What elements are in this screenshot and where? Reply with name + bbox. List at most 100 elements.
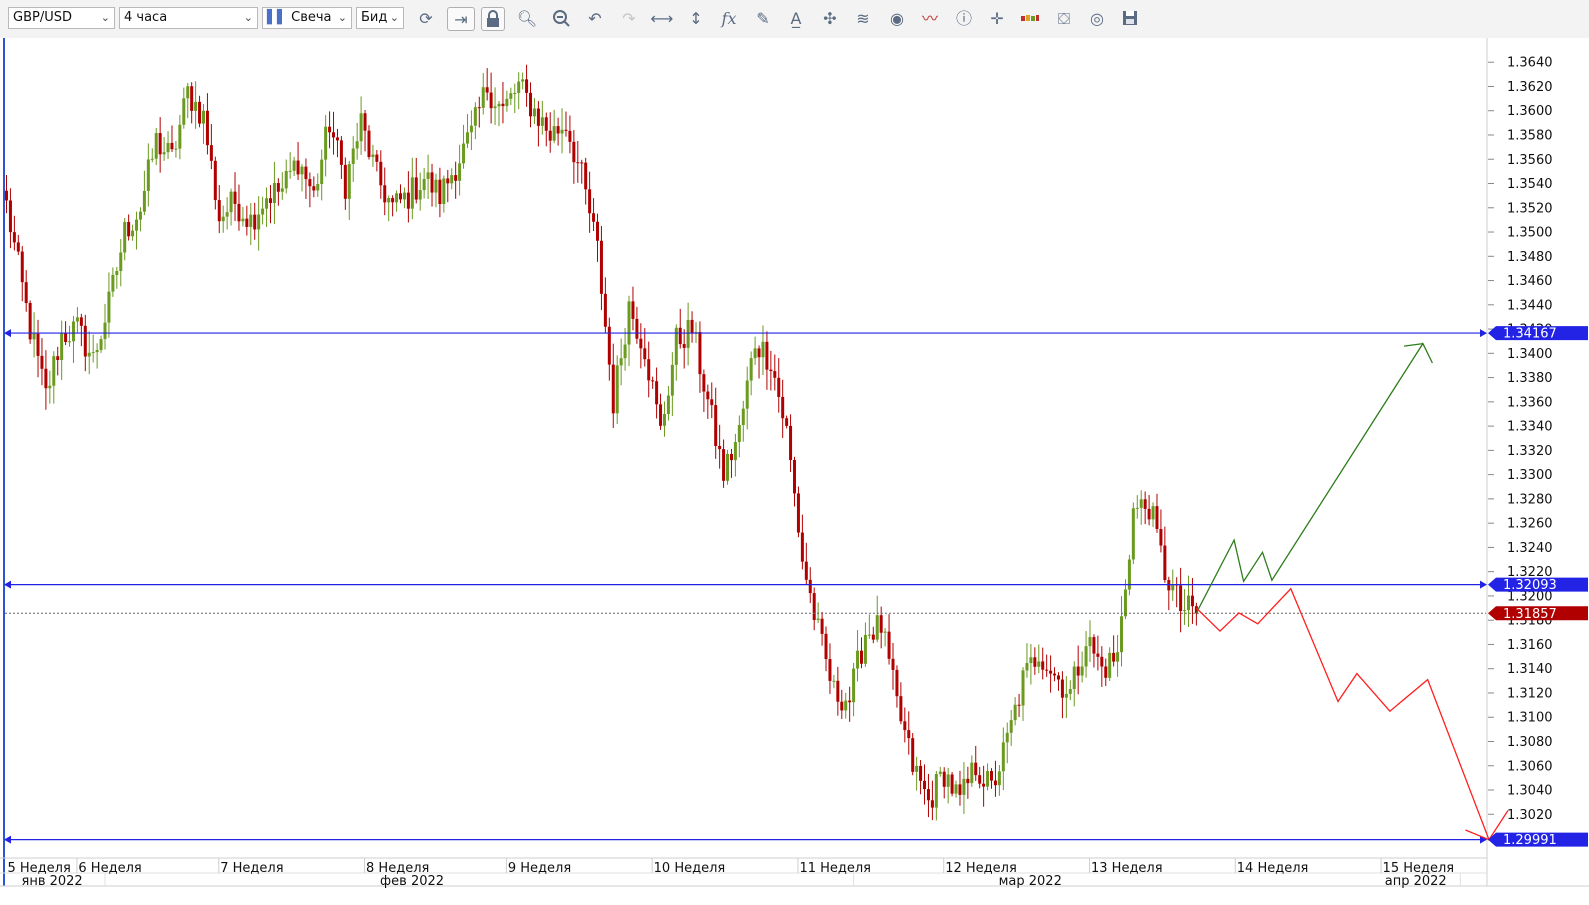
candle-body xyxy=(773,371,777,378)
pencil-icon[interactable]: ✎ xyxy=(751,7,775,31)
current-price-tag-label: 1.31857 xyxy=(1503,607,1557,622)
price-tick-label: 1.3280 xyxy=(1507,492,1553,507)
symbol-select[interactable]: GBP/USD ⌄ xyxy=(8,7,115,29)
candle-body xyxy=(355,141,359,149)
candle-body xyxy=(556,126,560,134)
candle-body xyxy=(379,161,383,186)
candle-body xyxy=(202,110,205,124)
candle-body xyxy=(418,190,422,200)
candle-body xyxy=(414,177,418,200)
candle-body xyxy=(631,301,635,319)
candle-body xyxy=(123,221,127,253)
candle-body xyxy=(584,162,588,190)
candle-body xyxy=(469,125,473,133)
candle-body xyxy=(623,344,627,359)
candle-body xyxy=(253,214,257,230)
candle-body xyxy=(127,221,131,237)
template-icon[interactable]: ◎ xyxy=(1085,7,1109,31)
candle xyxy=(950,772,954,797)
candle-body xyxy=(718,446,722,450)
candle-body xyxy=(859,650,863,664)
price-tick-label: 1.3460 xyxy=(1507,274,1553,289)
paint-bucket-icon[interactable]: ⛋ xyxy=(1052,7,1076,31)
candle-body xyxy=(714,405,718,447)
crosshair-icon[interactable]: ✛ xyxy=(985,7,1009,31)
candle-body xyxy=(572,141,576,163)
candle-body xyxy=(887,631,891,659)
save-icon[interactable] xyxy=(1118,7,1142,31)
price-tick-label: 1.3260 xyxy=(1507,517,1553,532)
vertical-scale-icon[interactable]: ↕ xyxy=(684,7,708,31)
volume-bar-icon[interactable] xyxy=(1018,7,1042,31)
indicators-fx-icon[interactable]: fx xyxy=(717,7,741,31)
candle-body xyxy=(741,408,745,426)
candle-body xyxy=(387,198,391,203)
candle-body xyxy=(647,359,651,381)
timeframe-select[interactable]: 4 часа ⌄ xyxy=(119,7,258,29)
candle-body xyxy=(895,669,899,697)
candle-body xyxy=(1100,656,1104,667)
candle-body xyxy=(568,130,572,142)
candle-body xyxy=(816,618,820,621)
candle-body xyxy=(182,98,186,125)
month-label: мар 2022 xyxy=(999,874,1062,889)
text-tool-icon[interactable]: A̲ xyxy=(784,7,808,31)
week-label: 14 Неделя xyxy=(1237,861,1309,876)
chart-area[interactable]: 1.3020 1.3040 1.3060 1.3080 1.3100 1.3120 1.31… xyxy=(0,38,1589,901)
layers-icon[interactable]: ≋ xyxy=(851,7,875,31)
candle-body xyxy=(284,171,288,189)
price-tick-label: 1.3640 xyxy=(1507,56,1553,71)
candle-body xyxy=(359,113,363,142)
price-tick-label: 1.3320 xyxy=(1507,444,1553,459)
price-side-select[interactable]: Бид ⌄ xyxy=(356,7,404,29)
refresh-icon[interactable]: ⟳ xyxy=(414,7,438,31)
lock-icon[interactable] xyxy=(481,7,505,31)
candle-body xyxy=(540,117,544,126)
candle-body xyxy=(91,352,95,354)
candle-body xyxy=(454,175,458,181)
zoom-out-icon[interactable] xyxy=(549,7,573,31)
price-tick-label: 1.3580 xyxy=(1507,128,1553,143)
price-tick-label: 1.3160 xyxy=(1507,638,1553,653)
candle-body xyxy=(481,87,485,108)
candle-body xyxy=(1064,693,1068,698)
zoom-in-icon[interactable]: 🔍︎ xyxy=(515,7,539,31)
candle-body xyxy=(863,634,867,664)
candle-body xyxy=(213,160,217,201)
candle-body xyxy=(1084,646,1088,667)
candle-body xyxy=(497,103,501,107)
candle-body xyxy=(1072,666,1076,690)
candle-body xyxy=(1017,704,1021,706)
candle-body xyxy=(930,800,934,808)
candle-body xyxy=(722,449,726,481)
candle-body xyxy=(75,317,79,322)
candle xyxy=(28,300,32,344)
horizontal-scale-icon[interactable]: ⟷ xyxy=(650,7,674,31)
candle xyxy=(1131,502,1135,565)
signals-icon[interactable]: 〰 xyxy=(918,7,942,31)
candle-body xyxy=(1131,508,1135,560)
chart-type-select[interactable]: ▌▌ Свеча ⌄ xyxy=(262,7,352,29)
candle-body xyxy=(280,188,284,192)
candle-body xyxy=(1076,666,1080,676)
timeframe-value: 4 часа xyxy=(124,10,168,25)
level-price-tag-label: 1.29991 xyxy=(1503,833,1557,848)
candle-body xyxy=(848,700,852,703)
redo-icon[interactable]: ↷ xyxy=(617,7,641,31)
pattern-icon[interactable]: ✣ xyxy=(818,7,842,31)
candle-body xyxy=(840,701,844,711)
undo-icon[interactable]: ↶ xyxy=(583,7,607,31)
eye-icon[interactable]: ◉ xyxy=(885,7,909,31)
candle-body xyxy=(493,106,497,109)
candle-body xyxy=(1171,584,1175,591)
auto-scroll-icon[interactable]: ⇥ xyxy=(447,7,475,31)
candle-body xyxy=(190,86,194,111)
candle-body xyxy=(986,771,990,787)
candle-body xyxy=(1143,499,1147,509)
price-tick-label: 1.3300 xyxy=(1507,468,1553,483)
price-chart[interactable]: 1.3020 1.3040 1.3060 1.3080 1.3100 1.3120 1.31… xyxy=(0,38,1589,901)
candle-body xyxy=(135,219,139,231)
info-icon[interactable]: ⓘ xyxy=(952,7,976,31)
candle-body xyxy=(24,282,28,303)
price-tick-label: 1.3100 xyxy=(1507,711,1553,726)
